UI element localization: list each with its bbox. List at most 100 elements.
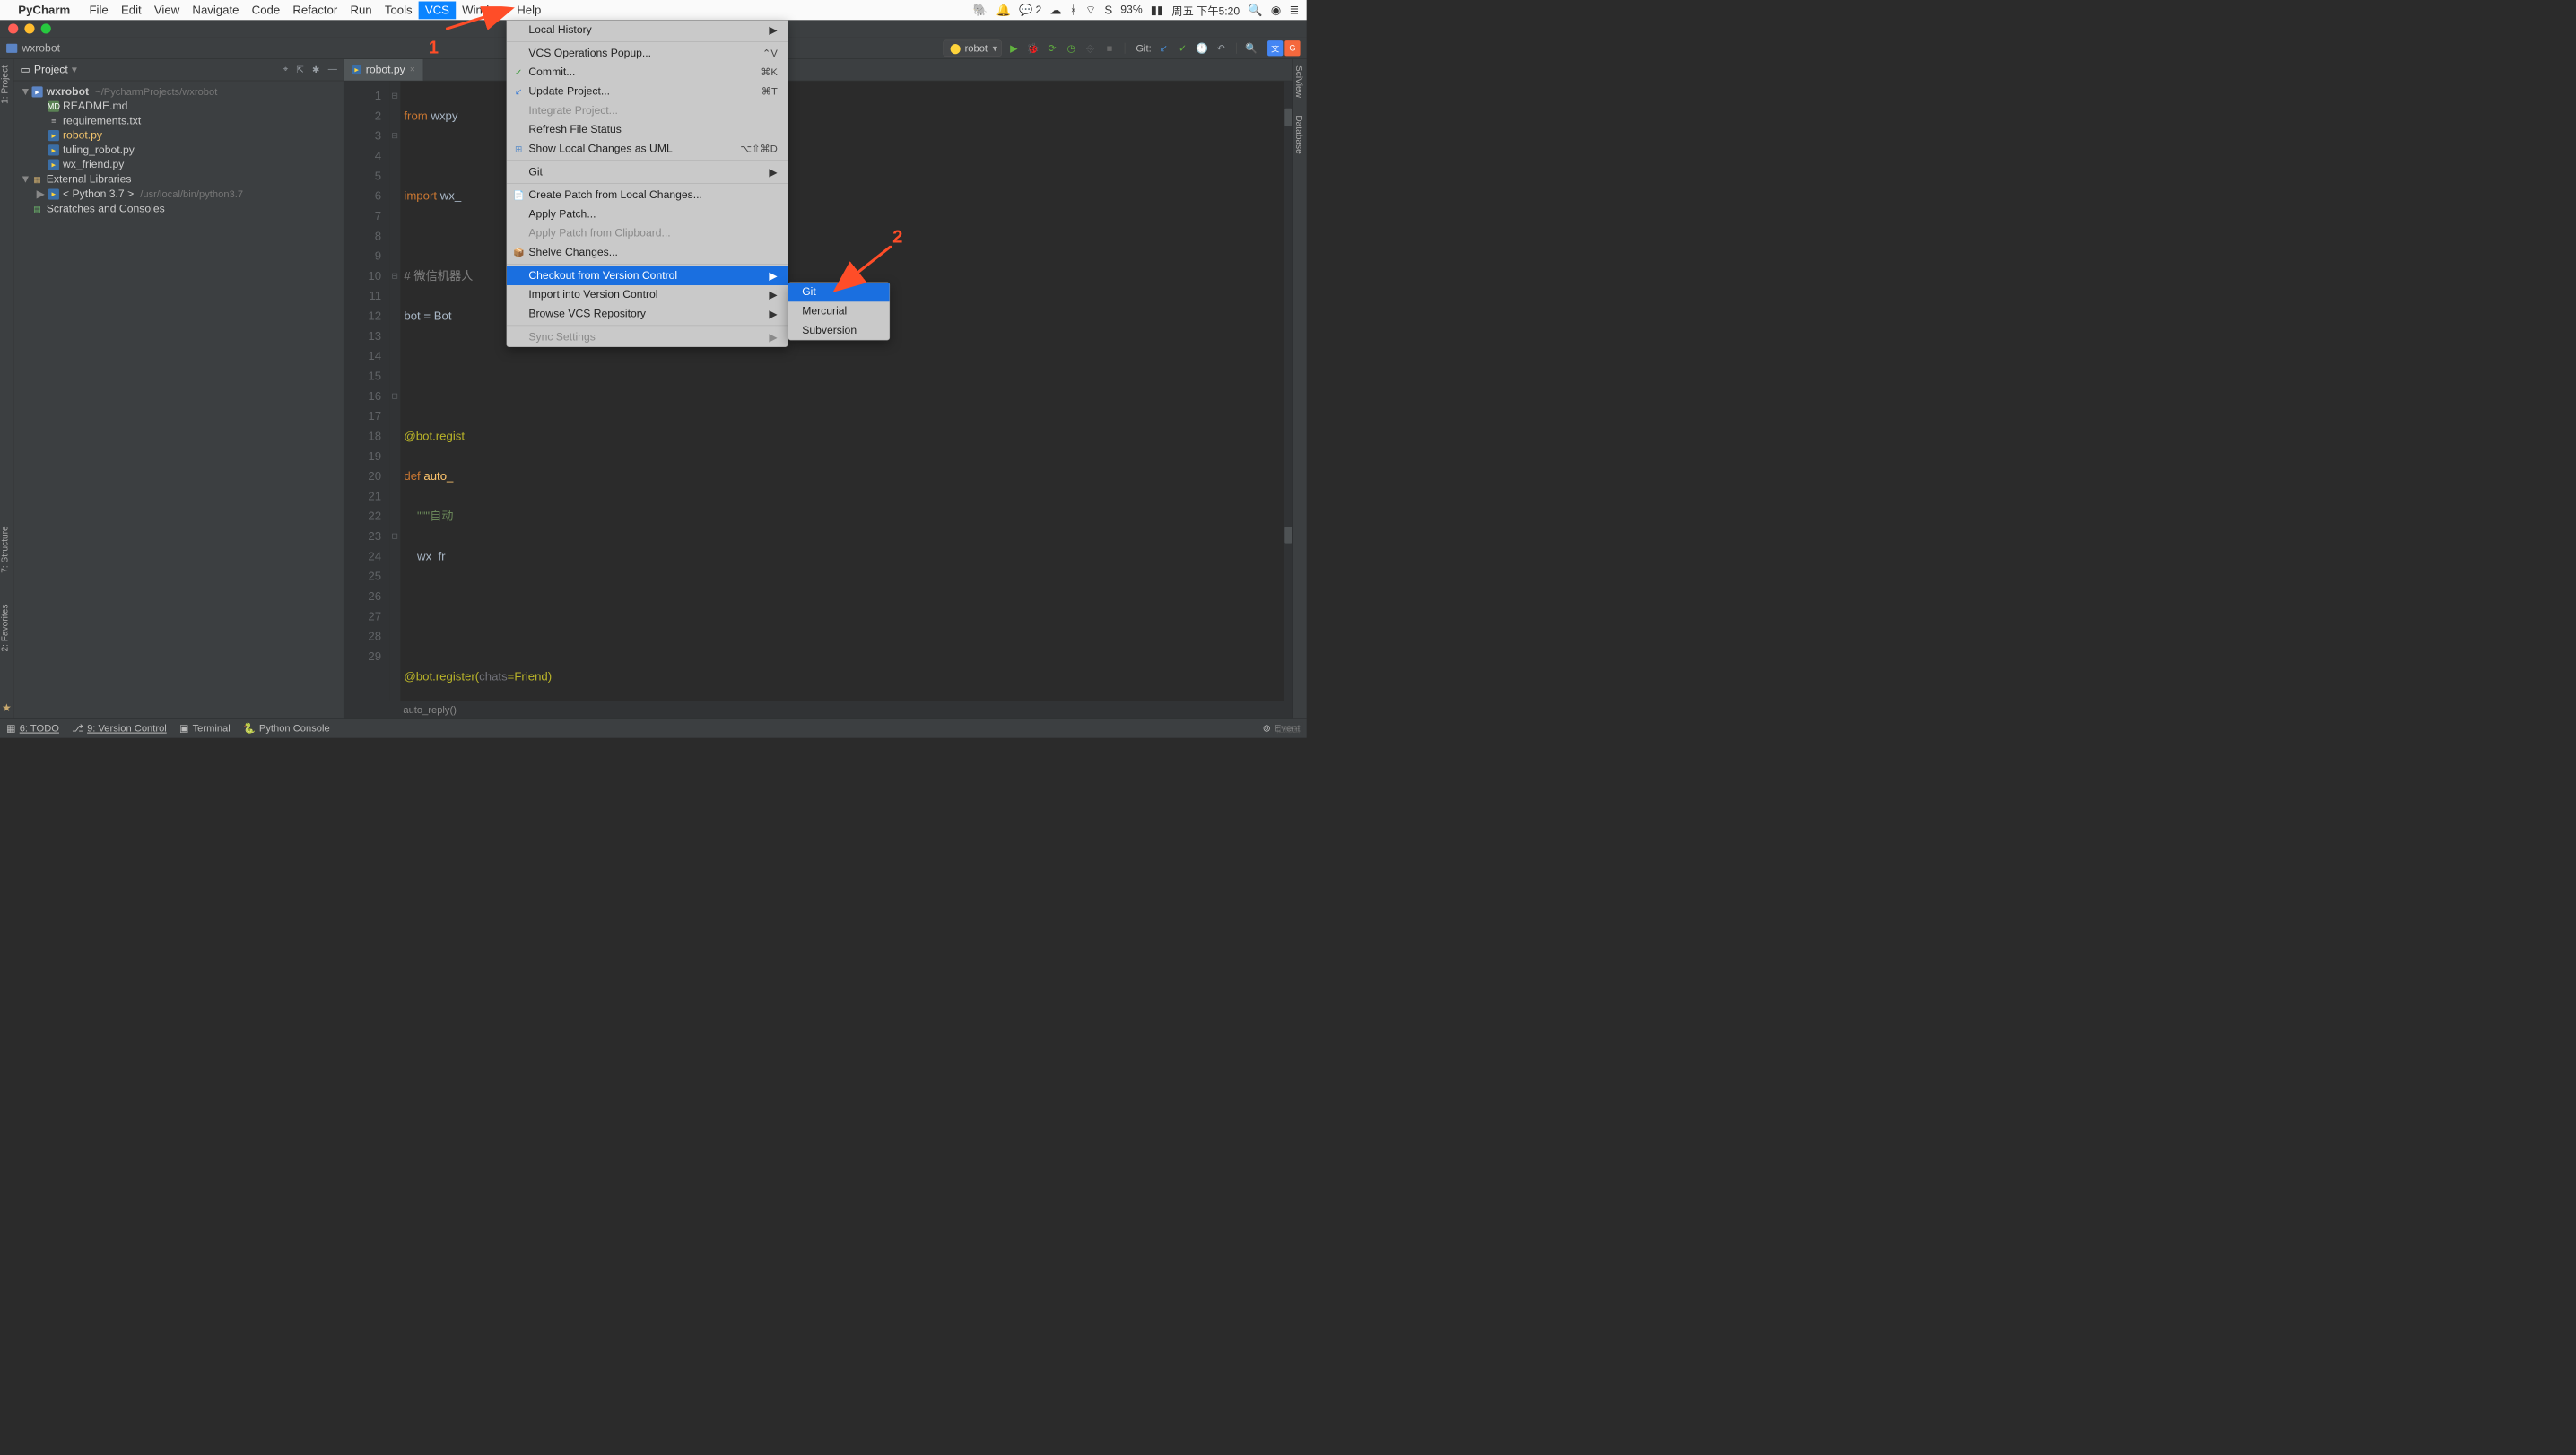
- wechat-badge-icon[interactable]: 💬 2: [1019, 4, 1041, 17]
- status-console[interactable]: 🐍 Python Console: [243, 722, 330, 734]
- menu-view[interactable]: View: [148, 1, 187, 19]
- translate-g-icon[interactable]: G: [1284, 40, 1300, 56]
- editor-tab-robot[interactable]: ▸ robot.py ×: [344, 59, 423, 81]
- hide-icon[interactable]: —: [328, 65, 337, 76]
- evernote-icon[interactable]: 🐘: [973, 3, 988, 17]
- vcs-commit-icon[interactable]: ✓: [1176, 41, 1189, 55]
- close-tab-icon[interactable]: ×: [410, 65, 415, 75]
- submenu-subversion[interactable]: Subversion: [788, 321, 890, 340]
- breadcrumb[interactable]: wxrobot: [6, 41, 60, 54]
- right-tool-strip: SciView Database: [1292, 59, 1306, 718]
- mac-status-area: 🐘 🔔 💬 2 ☁ ᚼ ⌔ S 93% ▮▮ 周五 下午5:20 🔍 ◉ ≣: [973, 2, 1300, 18]
- project-header-label[interactable]: Project: [34, 64, 68, 76]
- file-readme[interactable]: MDREADME.md: [13, 100, 344, 114]
- control-center-icon[interactable]: ≣: [1290, 3, 1300, 17]
- python-icon: ▸: [48, 160, 59, 170]
- menu-refactor[interactable]: Refactor: [286, 1, 344, 19]
- menu-git[interactable]: Git▶: [507, 162, 788, 181]
- status-todo[interactable]: ▦ 6: TODO: [6, 722, 59, 734]
- code-editor[interactable]: 1234567891011121314151617181920212223242…: [344, 81, 1292, 701]
- file-wxfriend[interactable]: ▸wx_friend.py: [13, 157, 344, 171]
- attach-button[interactable]: ⎆: [1083, 41, 1097, 55]
- menu-shelve[interactable]: 📦Shelve Changes...: [507, 243, 788, 262]
- siri-icon[interactable]: ◉: [1271, 3, 1282, 17]
- menu-integrate: Integrate Project...: [507, 101, 788, 120]
- locate-icon[interactable]: ⌖: [283, 65, 289, 76]
- status-vcs[interactable]: ⎇ 9: Version Control: [72, 722, 167, 734]
- close-window-button[interactable]: [8, 23, 18, 33]
- file-tuling[interactable]: ▸tuling_robot.py: [13, 143, 344, 157]
- file-robot[interactable]: ▸robot.py: [13, 128, 344, 143]
- clock-text[interactable]: 周五 下午5:20: [1171, 2, 1240, 18]
- menu-file[interactable]: File: [83, 1, 114, 19]
- cloudapp-icon[interactable]: ☁: [1049, 3, 1061, 17]
- minimize-window-button[interactable]: [24, 23, 34, 33]
- menu-vcs-popup[interactable]: VCS Operations Popup...⌃V: [507, 44, 788, 63]
- menu-create-patch[interactable]: 📄Create Patch from Local Changes...: [507, 186, 788, 205]
- tool-structure[interactable]: 7: Structure: [0, 519, 11, 579]
- project-pane: ▭ Project ▾ ⌖ ⇱ ✱ — ▼▸wxrobot~/PycharmPr…: [13, 59, 344, 718]
- notification-icon[interactable]: 🔔: [996, 3, 1010, 17]
- battery-icon[interactable]: ▮▮: [1151, 3, 1164, 17]
- menu-vcs[interactable]: VCS: [419, 1, 456, 19]
- menu-refresh[interactable]: Refresh File Status: [507, 120, 788, 139]
- menu-edit[interactable]: Edit: [115, 1, 148, 19]
- wifi-icon[interactable]: ⌔: [1085, 3, 1096, 18]
- status-terminal[interactable]: ▣ Terminal: [179, 722, 231, 734]
- menu-navigate[interactable]: Navigate: [186, 1, 245, 19]
- fold-gutter[interactable]: ⊟⊟⊟⊟⊟: [389, 81, 400, 701]
- file-requirements[interactable]: ≡requirements.txt: [13, 114, 344, 128]
- tool-database[interactable]: Database: [1293, 109, 1304, 161]
- python-sdk[interactable]: ▶▸< Python 3.7 >/usr/local/bin/python3.7: [13, 187, 344, 202]
- menu-local-history[interactable]: Local History▶: [507, 21, 788, 39]
- submenu-mercurial[interactable]: Mercurial: [788, 301, 890, 320]
- collapse-icon[interactable]: ⇱: [296, 65, 304, 76]
- status-bar: ▦ 6: TODO ⎇ 9: Version Control ▣ Termina…: [0, 718, 1307, 737]
- project-tree[interactable]: ▼▸wxrobot~/PycharmProjects/wxrobot MDREA…: [13, 81, 344, 220]
- vcs-revert-icon[interactable]: ↶: [1214, 41, 1228, 55]
- run-button[interactable]: ▶: [1007, 41, 1021, 55]
- tool-favorites[interactable]: 2: Favorites: [0, 597, 11, 658]
- external-libraries[interactable]: ▼▦External Libraries: [13, 172, 344, 187]
- coverage-button[interactable]: ⟳: [1045, 41, 1058, 55]
- check-icon: ✓: [513, 66, 524, 78]
- scratches[interactable]: ▤Scratches and Consoles: [13, 202, 344, 216]
- patch-icon: 📄: [513, 189, 524, 201]
- uml-icon: ⊞: [513, 144, 524, 155]
- vcs-update-icon[interactable]: ↙: [1157, 41, 1171, 55]
- editor-scrollbar[interactable]: [1284, 81, 1292, 701]
- translate-icon[interactable]: 文: [1267, 40, 1283, 56]
- python-icon: ▸: [48, 144, 59, 155]
- zoom-window-button[interactable]: [41, 23, 51, 33]
- menu-code[interactable]: Code: [246, 1, 287, 19]
- spotlight-icon[interactable]: 🔍: [1248, 3, 1262, 17]
- sogou-icon[interactable]: S: [1104, 3, 1112, 17]
- menu-run[interactable]: Run: [344, 1, 378, 19]
- menu-commit[interactable]: ✓Commit...⌘K: [507, 63, 788, 82]
- bluetooth-icon[interactable]: ᚼ: [1070, 3, 1077, 17]
- menu-help[interactable]: Help: [510, 1, 547, 19]
- watermark: 亿速云: [1273, 722, 1302, 736]
- stop-button[interactable]: ■: [1102, 41, 1116, 55]
- menu-update[interactable]: ↙Update Project...⌘T: [507, 82, 788, 100]
- menu-tools[interactable]: Tools: [379, 1, 419, 19]
- profile-button[interactable]: ◷: [1065, 41, 1078, 55]
- settings-icon[interactable]: ✱: [312, 65, 320, 76]
- run-config-selector[interactable]: ⬤ robot: [943, 39, 1001, 56]
- menu-checkout-vcs[interactable]: Checkout from Version Control▶: [507, 266, 788, 285]
- menu-window[interactable]: Window: [456, 1, 510, 19]
- editor-breadcrumb[interactable]: auto_reply(): [344, 701, 1292, 718]
- shelve-icon: 📦: [513, 247, 524, 258]
- menu-browse-repo[interactable]: Browse VCS Repository▶: [507, 304, 788, 323]
- debug-button[interactable]: 🐞: [1026, 41, 1040, 55]
- search-icon[interactable]: 🔍: [1245, 41, 1258, 55]
- text-icon: ≡: [48, 116, 59, 126]
- tool-sciview[interactable]: SciView: [1293, 59, 1304, 104]
- menu-show-changes-uml[interactable]: ⊞Show Local Changes as UML⌥⇧⌘D: [507, 139, 788, 158]
- menu-import-vcs[interactable]: Import into Version Control▶: [507, 285, 788, 304]
- tool-project[interactable]: 1: Project: [0, 59, 11, 110]
- menu-apply-patch[interactable]: Apply Patch...: [507, 205, 788, 223]
- submenu-git[interactable]: Git: [788, 283, 890, 301]
- battery-percent: 93%: [1120, 4, 1142, 16]
- vcs-history-icon[interactable]: 🕘: [1195, 41, 1208, 55]
